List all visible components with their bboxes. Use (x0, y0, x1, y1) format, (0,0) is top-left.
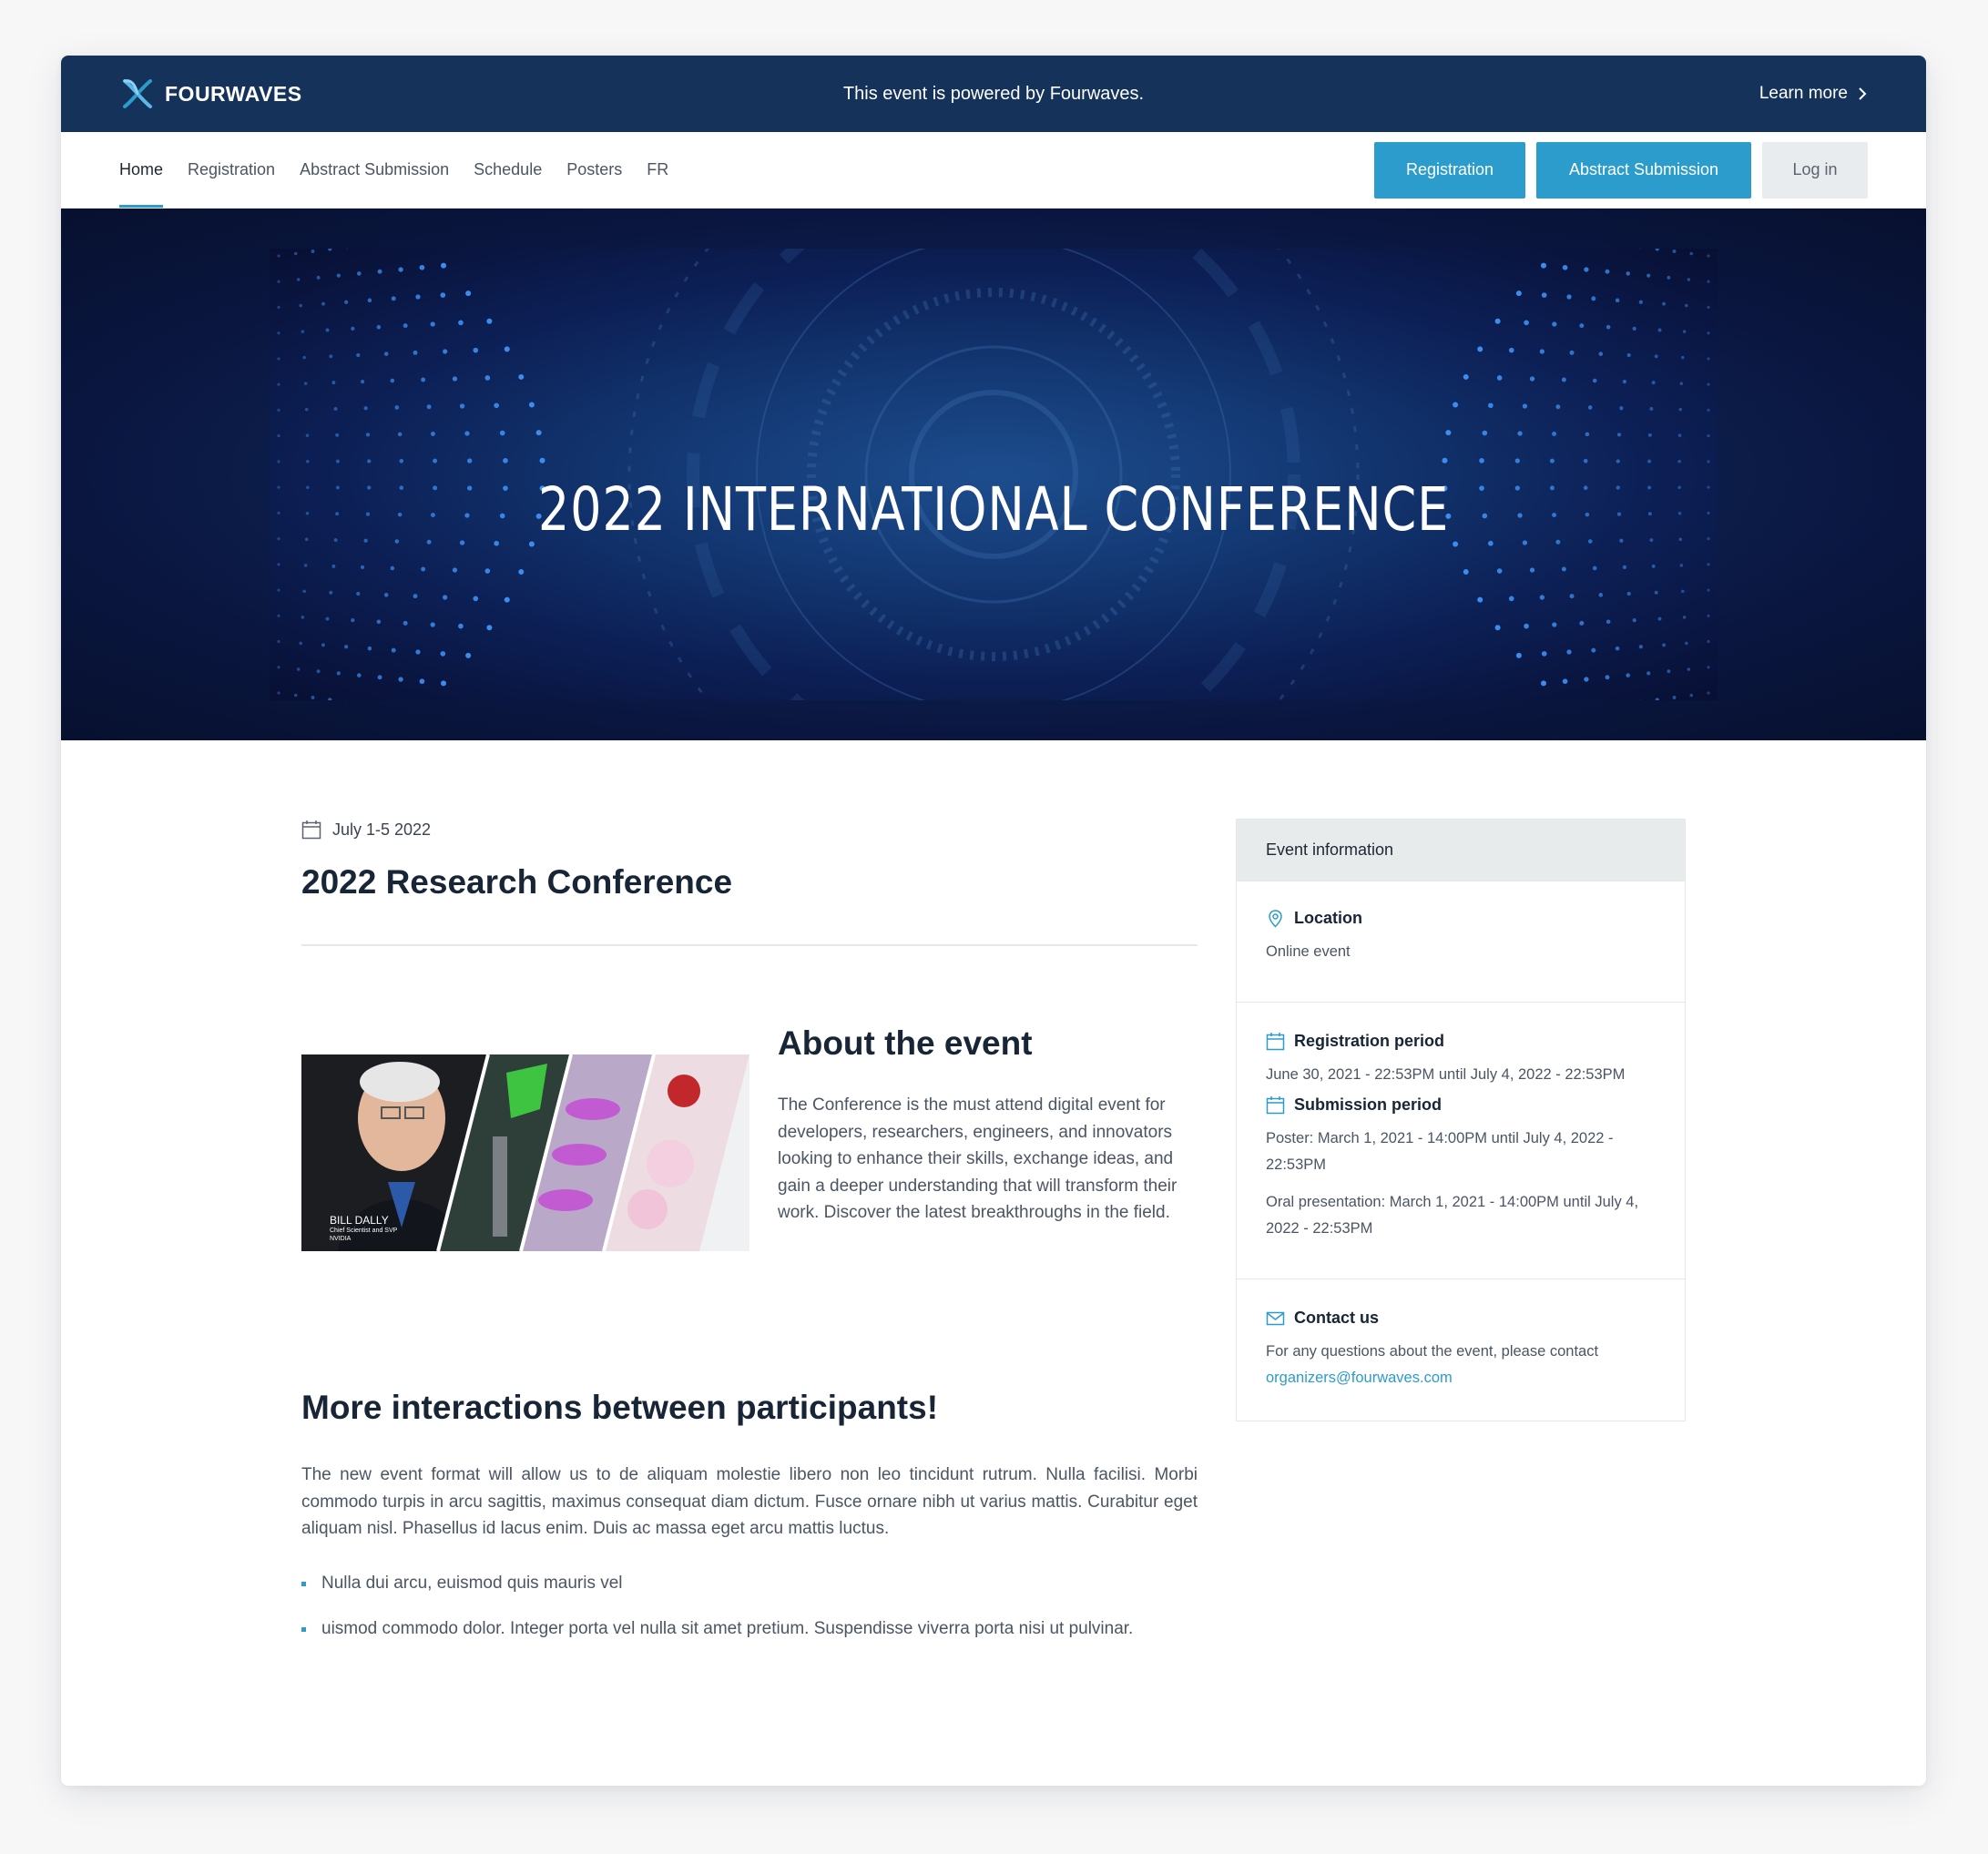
submission-period-label: Submission period (1294, 1095, 1443, 1114)
event-info-panel: Event information Location Online event (1236, 819, 1686, 1421)
location-section: Location Online event (1237, 881, 1685, 1002)
registration-button[interactable]: Registration (1374, 141, 1525, 199)
about-body: The Conference is the must attend digita… (778, 1095, 1178, 1222)
divider (301, 944, 1198, 946)
nav-item-abstract-submission[interactable]: Abstract Submission (300, 132, 449, 208)
chevron-right-icon (1859, 87, 1867, 100)
caption-org: NVIDIA (330, 1236, 352, 1242)
location-label-row: Location (1266, 909, 1656, 928)
location-label: Location (1294, 909, 1362, 927)
calendar-icon (301, 820, 321, 840)
nav-item-language-fr[interactable]: FR (647, 132, 668, 208)
nav-item-posters[interactable]: Posters (566, 132, 622, 208)
main-column: July 1-5 2022 2022 Research Conference B… (301, 820, 1198, 1662)
event-date: July 1-5 2022 (301, 820, 1198, 840)
event-date-text: July 1-5 2022 (332, 820, 432, 839)
list-item: Nulla dui arcu, euismod quis mauris vel (301, 1570, 1198, 1597)
location-value: Online event (1266, 943, 1351, 960)
contact-email-link[interactable]: organizers@fourwaves.com (1266, 1365, 1656, 1391)
caption-role: Chief Scientist and SVP (330, 1228, 398, 1234)
nav-item-schedule[interactable]: Schedule (474, 132, 542, 208)
caption-name: BILL DALLY (330, 1214, 389, 1227)
calendar-icon (1266, 1033, 1285, 1051)
nav-links: Home Registration Abstract Submission Sc… (119, 132, 668, 208)
event-title: 2022 Research Conference (301, 863, 733, 901)
main-nav: Home Registration Abstract Submission Sc… (61, 132, 1926, 209)
event-info-header: Event information (1237, 820, 1685, 881)
list-item: uismod commodo dolor. Integer porta vel … (301, 1615, 1198, 1643)
mail-icon (1266, 1311, 1285, 1326)
interactions-bullet-list: Nulla dui arcu, euismod quis mauris vel … (301, 1570, 1198, 1643)
abstract-submission-button[interactable]: Abstract Submission (1536, 141, 1751, 199)
registration-period-label-row: Registration period (1266, 1032, 1656, 1051)
about-text: About the event The Conference is the mu… (778, 1024, 1192, 1227)
submission-oral-value: Oral presentation: March 1, 2021 - 14:00… (1266, 1194, 1639, 1237)
contact-text: For any questions about the event, pleas… (1266, 1343, 1599, 1360)
nav-item-home[interactable]: Home (119, 132, 164, 208)
interactions-body: The new event format will allow us to de… (301, 1465, 1198, 1538)
interactions-heading: More interactions between participants! (301, 1389, 939, 1426)
calendar-icon (1266, 1096, 1285, 1115)
contact-text-block: For any questions about the event, pleas… (1266, 1339, 1656, 1391)
hero-image: 2022 INTERNATIONAL CONFERENCE (270, 249, 1718, 700)
periods-section: Registration period June 30, 2021 - 22:5… (1237, 1002, 1685, 1278)
fourwaves-logo-icon (123, 79, 152, 108)
contact-section: Contact us For any questions about the e… (1237, 1278, 1685, 1421)
promo-bar: FOURWAVES This event is powered by Fourw… (61, 56, 1926, 132)
submission-period-label-row: Submission period (1266, 1095, 1656, 1115)
registration-period-label: Registration period (1294, 1032, 1445, 1050)
learn-more-link[interactable]: Learn more (1759, 84, 1868, 104)
nav-item-registration[interactable]: Registration (188, 132, 275, 208)
contact-label-row: Contact us (1266, 1309, 1656, 1328)
powered-by-message: This event is powered by Fourwaves. (842, 83, 1145, 104)
brand-name: FOURWAVES (165, 81, 302, 106)
nav-buttons: Registration Abstract Submission Log in (1374, 141, 1868, 199)
contact-label: Contact us (1294, 1309, 1380, 1327)
browser-window: FOURWAVES This event is powered by Fourw… (61, 56, 1926, 1786)
fourwaves-logo[interactable]: FOURWAVES (119, 76, 302, 112)
about-section: BILL DALLY Chief Scientist and SVP NVIDI… (301, 1024, 1198, 1279)
location-pin-icon (1269, 910, 1282, 928)
login-button[interactable]: Log in (1762, 141, 1868, 199)
speaker-collage-image: BILL DALLY Chief Scientist and SVP NVIDI… (301, 1054, 749, 1251)
about-heading: About the event (778, 1024, 1033, 1062)
hero-title: 2022 INTERNATIONAL CONFERENCE (537, 474, 1450, 545)
hero-banner: 2022 INTERNATIONAL CONFERENCE (61, 209, 1926, 740)
registration-period-value: June 30, 2021 - 22:53PM until July 4, 20… (1266, 1066, 1626, 1083)
submission-poster-value: Poster: March 1, 2021 - 14:00PM until Ju… (1266, 1130, 1614, 1173)
learn-more-label: Learn more (1759, 84, 1848, 103)
